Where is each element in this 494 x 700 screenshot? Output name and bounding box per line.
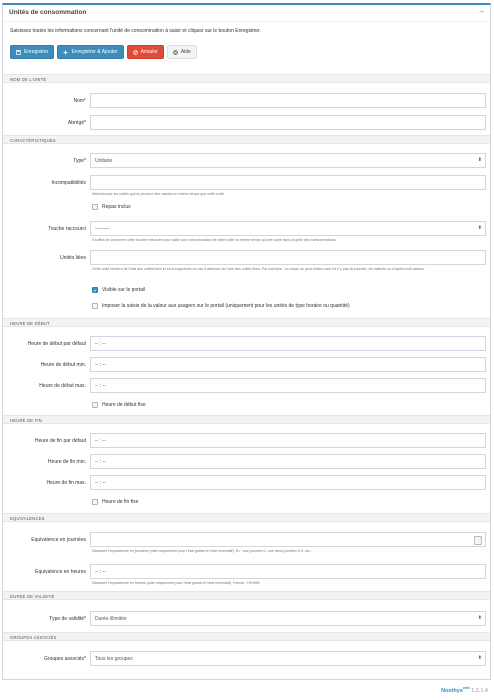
section-start: HEURE DE DÉBUT: [3, 318, 490, 327]
groupes-select[interactable]: Tous les groupes: [90, 651, 486, 666]
help-button[interactable]: Aide: [166, 45, 197, 59]
visible-box[interactable]: [92, 287, 98, 293]
nom-label: Nom*: [73, 98, 86, 104]
imposer-box[interactable]: [92, 303, 98, 309]
save-label: Enregistrer: [24, 49, 49, 55]
fin-defaut-input[interactable]: -- : --: [90, 433, 486, 448]
fin-fixe-box[interactable]: [92, 499, 98, 505]
section-name-title: NOM DE L'UNITÉ: [10, 77, 47, 82]
section-end-title: HEURE DE FIN: [10, 418, 42, 423]
section-equivalences: EQUIVALENCES: [3, 513, 490, 522]
fin-defaut-label: Heure de fin par défaut: [34, 438, 86, 444]
eq-heures-label: Equivalence en heures: [35, 569, 86, 575]
debut-defaut-input[interactable]: -- : --: [90, 336, 486, 351]
abrege-label: Abrégé*: [67, 120, 86, 126]
footer-brand-sup: web: [462, 686, 470, 690]
footer-brand: Noethys: [441, 687, 463, 694]
type-label: Type*: [73, 158, 86, 164]
imposer-checkbox[interactable]: Imposer la saisie de la valeur aux usage…: [92, 303, 350, 309]
toolbar: Enregistrer Enregistrer & Ajouter Annule…: [10, 45, 197, 59]
check-icon: [93, 288, 97, 292]
footer-version: Noethysweb 1.2.1.4: [441, 686, 488, 694]
fin-fixe-checkbox[interactable]: Heure de fin fixe: [92, 499, 138, 505]
save-icon: [16, 49, 21, 55]
intro-text: Saisissez toutes les informations concer…: [10, 28, 261, 34]
liees-label: Unités liées: [60, 255, 86, 261]
eq-jours-label: Equivalence en journées: [31, 537, 86, 543]
section-groups: GROUPES ASSOCIÉS: [3, 632, 490, 641]
panel-header: Unités de consommation –: [3, 5, 490, 22]
section-characteristics-title: CARACTÉRISTIQUES: [10, 138, 56, 143]
section-equivalences-title: EQUIVALENCES: [10, 516, 45, 521]
abrege-input[interactable]: [90, 115, 486, 130]
units-panel: Unités de consommation – Saisissez toute…: [2, 3, 491, 680]
cancel-label: Annuler: [140, 49, 158, 55]
visible-checkbox[interactable]: Visible sur le portail: [92, 287, 145, 293]
debut-fixe-checkbox[interactable]: Heure de début fixe: [92, 402, 146, 408]
fin-min-label: Heure de fin min.: [47, 459, 86, 465]
section-name: NOM DE L'UNITÉ: [3, 74, 490, 83]
section-end: HEURE DE FIN: [3, 415, 490, 424]
nom-input[interactable]: [90, 93, 486, 108]
repas-box[interactable]: [92, 204, 98, 210]
liees-help: Cette unité héritera de l'état des unité…: [92, 267, 425, 271]
incompat-label: Incompatibilités: [51, 180, 86, 186]
debut-max-input[interactable]: -- : --: [90, 378, 486, 393]
debut-min-label: Heure de début min.: [40, 362, 86, 368]
cancel-button[interactable]: Annuler: [126, 45, 164, 59]
footer-version-number: 1.2.1.4: [471, 687, 488, 694]
help-label: Aide: [180, 49, 191, 55]
touche-label: Touche raccourci: [48, 226, 86, 232]
section-validity-title: DURÉE DE VALIDITÉ: [10, 594, 55, 599]
plus-icon: [63, 50, 68, 54]
repas-label: Repas inclus: [102, 204, 131, 210]
save-button[interactable]: Enregistrer: [10, 45, 55, 59]
type-select[interactable]: Unitaire: [90, 153, 486, 168]
eq-heures-help: Saisissez l'équivalence en heures (utile…: [92, 581, 261, 585]
touche-help: Il suffira de conserver cette touche enf…: [92, 238, 337, 242]
eq-jours-help: Saisissez l'équivalence en journées (uti…: [92, 549, 313, 553]
incompat-input[interactable]: [90, 175, 486, 190]
fin-max-input[interactable]: -- : --: [90, 475, 486, 490]
debut-max-label: Heure de début max.: [39, 383, 86, 389]
section-groups-title: GROUPES ASSOCIÉS: [10, 635, 57, 640]
validite-select[interactable]: Durée illimitée: [90, 611, 486, 626]
visible-label: Visible sur le portail: [102, 287, 146, 293]
save-add-button[interactable]: Enregistrer & Ajouter: [57, 45, 124, 59]
touche-select[interactable]: ---------: [90, 221, 486, 236]
repas-checkbox[interactable]: Repas inclus: [92, 204, 131, 210]
groupes-label: Groupes associés*: [44, 656, 86, 662]
collapse-button[interactable]: –: [480, 7, 484, 16]
debut-fixe-label: Heure de début fixe: [102, 402, 146, 408]
ban-icon: [132, 49, 138, 55]
validite-label: Type de validité*: [49, 616, 86, 622]
fin-min-input[interactable]: -- : --: [90, 454, 486, 469]
debut-defaut-label: Heure de début par défaut: [27, 341, 86, 347]
panel-title: Unités de consommation: [9, 9, 87, 16]
section-characteristics: CARACTÉRISTIQUES: [3, 135, 490, 144]
liees-input[interactable]: [90, 250, 486, 265]
section-validity: DURÉE DE VALIDITÉ: [3, 591, 490, 600]
fin-max-label: Heure de fin max.: [46, 480, 86, 486]
imposer-label: Imposer la saisie de la valeur aux usage…: [102, 303, 350, 309]
fin-fixe-label: Heure de fin fixe: [102, 499, 139, 505]
debut-min-input[interactable]: -- : --: [90, 357, 486, 372]
eq-jours-input[interactable]: [90, 532, 486, 547]
section-start-title: HEURE DE DÉBUT: [10, 321, 50, 326]
save-add-label: Enregistrer & Ajouter: [71, 49, 118, 55]
lifebuoy-icon: [173, 49, 178, 55]
eq-heures-input[interactable]: -- : --: [90, 564, 486, 579]
incompat-help: Sélectionnez les unités qui ne peuvent ê…: [92, 192, 225, 196]
debut-fixe-box[interactable]: [92, 402, 98, 408]
